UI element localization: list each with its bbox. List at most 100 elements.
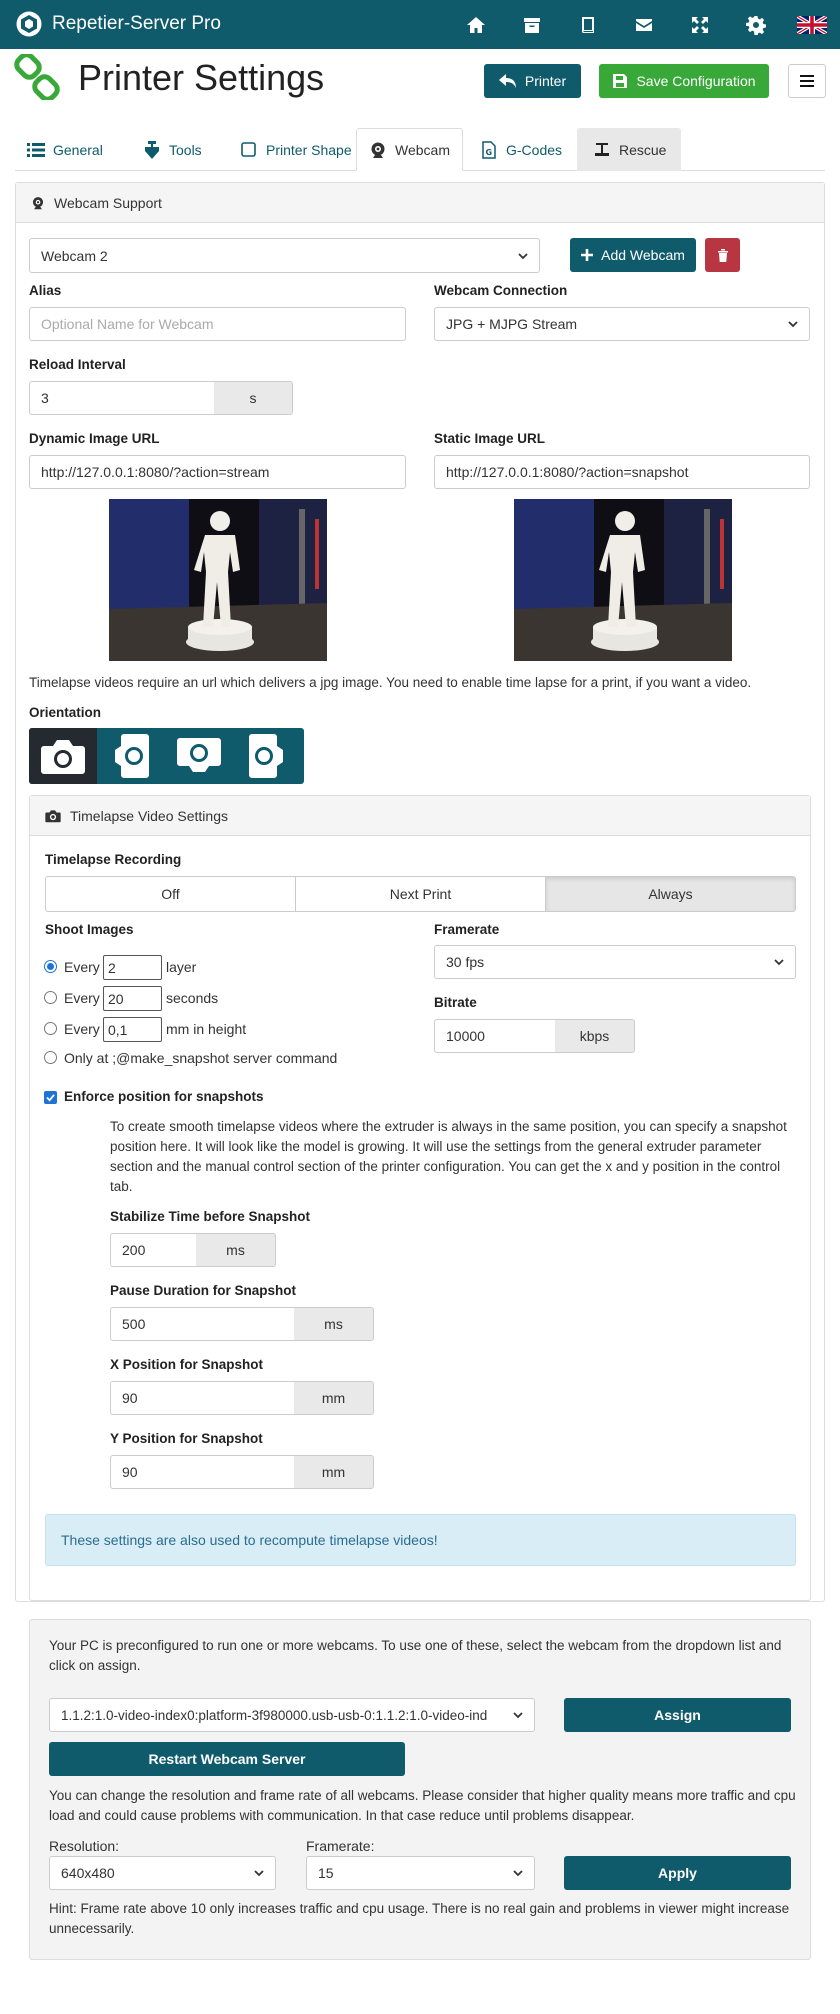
alias-label: Alias (29, 283, 62, 298)
webcam-connection-select[interactable]: JPG + MJPG Stream (434, 307, 810, 341)
shoot-every-layer-radio[interactable] (44, 960, 57, 973)
shoot-only-at-command-radio[interactable] (44, 1051, 57, 1064)
home-icon[interactable] (448, 0, 504, 49)
server-framerate-select[interactable]: 15 (306, 1856, 535, 1890)
preconfigured-webcams-text: Your PC is preconfigured to run one or m… (49, 1638, 782, 1673)
framerate-label: Framerate (434, 922, 500, 937)
dynamic-url-input[interactable]: http://127.0.0.1:8080/?action=stream (29, 455, 406, 489)
reload-unit: s (214, 381, 293, 415)
every-label: Every (64, 1021, 100, 1037)
enforce-position-description: To create smooth timelapse videos where … (110, 1119, 787, 1194)
stabilize-time-label: Stabilize Time before Snapshot (110, 1209, 311, 1224)
camera-flipped-icon (177, 738, 221, 772)
save-icon (613, 74, 628, 88)
quality-warning-text: You can change the resolution and frame … (49, 1788, 796, 1823)
settings-tabs: General Tools Printer Shape Webcam G G-C… (15, 128, 825, 171)
layer-unit: layer (166, 959, 197, 975)
only-at-command-label: Only at ;@make_snapshot server command (64, 1050, 338, 1066)
recording-off-button[interactable]: Off (46, 877, 296, 911)
pause-duration-label: Pause Duration for Snapshot (110, 1283, 297, 1298)
stabilize-time-unit: ms (196, 1233, 276, 1267)
fullscreen-icon[interactable] (672, 0, 728, 49)
timelapse-recording-toggle: Off Next Print Always (45, 876, 796, 912)
brand[interactable]: Repetier-Server Pro (16, 11, 221, 37)
gear-icon[interactable] (728, 0, 784, 49)
plus-icon (581, 249, 594, 261)
add-webcam-button[interactable]: Add Webcam (570, 238, 696, 272)
y-position-unit: mm (294, 1455, 374, 1489)
y-position-input[interactable]: 90 (110, 1455, 295, 1489)
delete-webcam-button[interactable] (705, 238, 740, 272)
seconds-unit: seconds (166, 990, 219, 1006)
tab-printer-shape[interactable]: Printer Shape (228, 128, 364, 171)
assign-button[interactable]: Assign (564, 1698, 791, 1732)
chevron-down-icon (774, 959, 784, 966)
chevron-down-icon (518, 252, 528, 259)
chevron-down-icon (254, 1870, 264, 1877)
alias-input[interactable]: Optional Name for Webcam (29, 307, 406, 341)
webcam-icon (32, 196, 44, 209)
framerate-select[interactable]: 30 fps (434, 945, 796, 979)
camera-rotated-icon (115, 734, 149, 778)
shoot-every-seconds-radio[interactable] (44, 991, 57, 1004)
orientation-rotate-180-button[interactable] (165, 728, 233, 784)
shoot-every-mm-radio[interactable] (44, 1022, 57, 1035)
square-outline-icon (241, 141, 256, 157)
x-position-unit: mm (294, 1381, 374, 1415)
recording-always-button[interactable]: Always (546, 877, 795, 911)
camera-icon (45, 809, 61, 822)
pause-duration-input[interactable]: 500 (110, 1307, 295, 1341)
layer-count-input[interactable]: 2 (103, 955, 162, 980)
apply-button[interactable]: Apply (564, 1856, 791, 1890)
every-label: Every (64, 990, 100, 1006)
pause-duration-unit: ms (294, 1307, 374, 1341)
static-webcam-preview (514, 499, 732, 661)
book-icon[interactable] (560, 0, 616, 49)
orientation-rotate-90-button[interactable] (97, 728, 165, 784)
rescue-icon (595, 142, 609, 156)
restart-webcam-server-button[interactable]: Restart Webcam Server (49, 1742, 405, 1776)
bitrate-label: Bitrate (434, 995, 477, 1010)
reload-interval-input[interactable]: 3 (29, 381, 215, 415)
tab-general[interactable]: General (15, 128, 115, 171)
check-icon (46, 1094, 55, 1102)
dynamic-webcam-preview (109, 499, 327, 661)
orientation-group (29, 728, 304, 784)
list-icon (27, 142, 45, 157)
resolution-select[interactable]: 640x480 (49, 1856, 276, 1890)
tab-rescue[interactable]: Rescue (577, 128, 681, 171)
webcam-select[interactable]: Webcam 2 (29, 238, 540, 273)
bitrate-input[interactable]: 10000 (434, 1019, 556, 1053)
orientation-rotate-270-button[interactable] (233, 728, 301, 784)
uk-flag-icon[interactable] (784, 0, 840, 49)
seconds-input[interactable]: 20 (103, 986, 162, 1011)
chevron-down-icon (788, 321, 798, 328)
svg-text:G: G (486, 148, 493, 157)
timelapse-info-alert: These settings are also used to recomput… (45, 1514, 796, 1566)
tab-g-codes[interactable]: G G-Codes (468, 128, 574, 171)
menu-button[interactable] (788, 64, 826, 98)
page-title: Printer Settings (78, 57, 325, 98)
webcam-device-select[interactable]: 1.1.2:1.0-video-index0:platform-3f980000… (49, 1698, 535, 1732)
recording-next-print-button[interactable]: Next Print (296, 877, 546, 911)
static-url-input[interactable]: http://127.0.0.1:8080/?action=snapshot (434, 455, 810, 489)
tab-webcam[interactable]: Webcam (356, 128, 463, 171)
tab-tools[interactable]: Tools (131, 128, 214, 171)
link-chain-icon (14, 54, 60, 100)
camera-rotated-icon (249, 734, 283, 778)
archive-icon[interactable] (504, 0, 560, 49)
orientation-normal-button[interactable] (29, 728, 97, 784)
enforce-position-checkbox[interactable] (44, 1091, 57, 1104)
mail-icon[interactable] (616, 0, 672, 49)
stabilize-time-input[interactable]: 200 (110, 1233, 197, 1267)
mm-height-input[interactable]: 0,1 (103, 1017, 162, 1042)
orientation-label: Orientation (29, 705, 102, 720)
timelapse-recording-label: Timelapse Recording (45, 852, 182, 867)
x-position-input[interactable]: 90 (110, 1381, 295, 1415)
save-configuration-button[interactable]: Save Configuration (599, 64, 769, 98)
timelapse-note: Timelapse videos require an url which de… (29, 675, 752, 690)
printer-button[interactable]: Printer (484, 64, 581, 98)
resolution-label: Resolution: (49, 1838, 120, 1854)
reload-interval-label: Reload Interval (29, 357, 126, 372)
hamburger-icon (800, 75, 814, 87)
